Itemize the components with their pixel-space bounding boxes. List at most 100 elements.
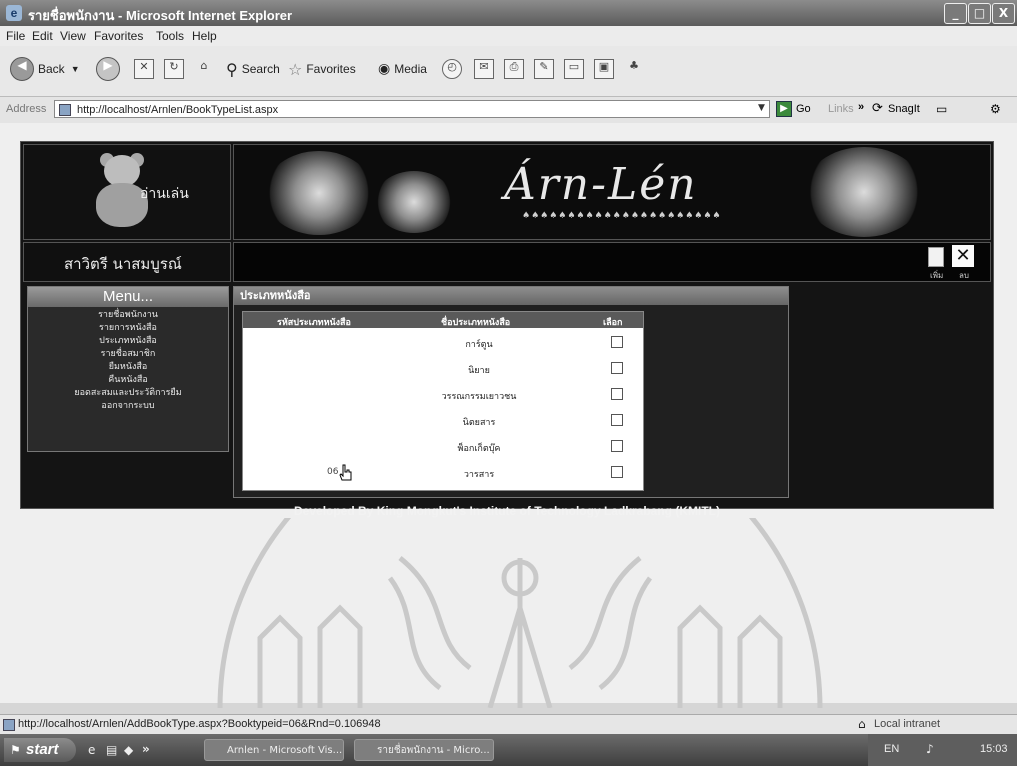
menu-help[interactable]: Help [192, 29, 217, 43]
history-icon: ◴ [442, 59, 462, 79]
site-container: อ่านเล่น Árn-Lén ♠♠♠♠♠♠♠♠♠♠♠♠♠♠♠♠♠♠♠♠♠♠ … [20, 141, 994, 518]
discuss-icon: ▭ [564, 59, 584, 79]
address-input[interactable]: http://localhost/Arnlen/BookTypeList.asp… [54, 100, 770, 118]
header-banner: Árn-Lén ♠♠♠♠♠♠♠♠♠♠♠♠♠♠♠♠♠♠♠♠♠♠ [233, 144, 991, 240]
table-row: นิตยสาร [243, 408, 643, 434]
print-icon: ⎙ [504, 59, 524, 79]
media-icon: ◉ [378, 61, 391, 77]
menu-edit[interactable]: Edit [32, 29, 53, 43]
menu-file[interactable]: File [6, 29, 25, 43]
stop-button[interactable]: ✕ [134, 56, 154, 82]
add-label[interactable]: เพิ่ม [930, 269, 943, 282]
menu-tools[interactable]: Tools [156, 29, 184, 43]
history-button[interactable]: ◴ [442, 56, 462, 82]
menu-item-logout[interactable]: ออกจากระบบ [28, 400, 228, 413]
edit-page-button[interactable]: ✎ [534, 56, 554, 82]
row-select-checkbox[interactable] [611, 414, 623, 426]
print-button[interactable]: ⎙ [504, 56, 524, 82]
refresh-button[interactable]: ↻ [164, 56, 184, 82]
minimize-button[interactable]: _ [944, 3, 967, 24]
table-row: พ็อกเก็ตบุ๊ค [243, 434, 643, 460]
stop-icon: ✕ [134, 59, 154, 79]
quicklaunch-chevron-icon[interactable]: » [142, 742, 150, 756]
search-button[interactable]: ⚲ Search [226, 56, 280, 82]
delete-label[interactable]: ลบ [959, 269, 969, 282]
go-arrow-icon[interactable]: ▶ [776, 101, 792, 117]
discuss-button[interactable]: ▭ [564, 56, 584, 82]
table-row: นิยาย [243, 356, 643, 382]
content-title: ประเภทหนังสือ [234, 287, 788, 305]
back-button[interactable]: ◀ Back ▼ [10, 56, 80, 82]
banner-title: Árn-Lén [504, 159, 698, 210]
clock: 15:03 [980, 743, 1008, 755]
search-label: Search [241, 62, 280, 76]
delete-icon[interactable]: ✕ [952, 245, 974, 267]
page-icon [59, 104, 71, 116]
flower-image [264, 151, 374, 235]
content-panel: ประเภทหนังสือ รหัสประเภทหนังสือ ชื่อประเ… [233, 286, 789, 498]
row-name: วรรณกรรมเยาวชน [441, 392, 517, 402]
flower-image [374, 171, 454, 233]
table-row: การ์ตูน [243, 330, 643, 356]
side-menu: Menu... รายชื่อพนักงาน รายการหนังสือ ประ… [27, 286, 229, 452]
taskbar-app-vs[interactable]: Arnlen - Microsoft Vis... [204, 739, 344, 761]
site-footer: Developed By King Mongkut's Institute of… [294, 504, 720, 518]
menu-item-members[interactable]: รายชื่อสมาชิก [28, 348, 228, 361]
window-title: รายชื่อพนักงาน - Microsoft Internet Expl… [28, 8, 293, 23]
table-row: วรรณกรรมเยาวชน [243, 382, 643, 408]
row-select-checkbox[interactable] [611, 440, 623, 452]
address-dropdown-icon[interactable]: ▼ [758, 103, 765, 113]
mail-button[interactable]: ✉ [474, 56, 494, 82]
taskbar: start ⚑ e ▤ ◆ » Arnlen - Microsoft Vis..… [0, 734, 1017, 766]
favorites-label: Favorites [306, 62, 356, 76]
favorites-button[interactable]: ☆ Favorites [288, 56, 356, 82]
menu-view[interactable]: View [60, 29, 86, 43]
row-select-checkbox[interactable] [611, 362, 623, 374]
action-bar: เพิ่ม ✕ ลบ [233, 242, 991, 282]
row-name: พ็อกเก็ตบุ๊ค [457, 444, 501, 454]
tools-extra-icon[interactable]: ⚙ [990, 102, 1001, 116]
media-button[interactable]: ◉ Media [378, 56, 427, 82]
title-bar: e รายชื่อพนักงาน - Microsoft Internet Ex… [0, 0, 1017, 26]
add-icon[interactable] [928, 247, 944, 267]
security-zone: Local intranet [874, 718, 941, 730]
menu-item-history[interactable]: ยอดสะสมและประวัติการยืม [28, 387, 228, 400]
volume-icon[interactable]: ♪ [926, 742, 934, 756]
links-label[interactable]: Links [828, 103, 854, 115]
menu-favorites[interactable]: Favorites [94, 29, 143, 43]
taskbar-app-ie[interactable]: รายชื่อพนักงาน - Micro... [354, 739, 494, 761]
snagit-window-icon[interactable]: ▭ [936, 102, 947, 116]
row-select-checkbox[interactable] [611, 388, 623, 400]
menu-item-book-types[interactable]: ประเภทหนังสือ [28, 335, 228, 348]
banner-ornament: ♠♠♠♠♠♠♠♠♠♠♠♠♠♠♠♠♠♠♠♠♠♠ [522, 211, 722, 221]
menu-item-books[interactable]: รายการหนังสือ [28, 322, 228, 335]
close-button[interactable]: X [992, 3, 1015, 24]
snagit-button[interactable]: SnagIt [888, 103, 920, 115]
star-icon: ☆ [288, 59, 303, 79]
research-icon: ▣ [594, 59, 614, 79]
page-viewport: อ่านเล่น Árn-Lén ♠♠♠♠♠♠♠♠♠♠♠♠♠♠♠♠♠♠♠♠♠♠ … [0, 123, 1017, 708]
status-bar: http://localhost/Arnlen/AddBookType.aspx… [0, 714, 1017, 735]
menu-item-employees[interactable]: รายชื่อพนักงาน [28, 309, 228, 322]
table-header: รหัสประเภทหนังสือ ชื่อประเภทหนังสือ เลือ… [243, 312, 643, 328]
quicklaunch-ie-icon[interactable]: e [88, 743, 95, 757]
logo-text: อ่านเล่น [140, 186, 189, 202]
messenger-icon: ♣ [629, 59, 639, 72]
menu-item-return[interactable]: คืนหนังสือ [28, 374, 228, 387]
links-chevron-icon[interactable]: » [858, 101, 864, 113]
logo-cell: อ่านเล่น [23, 144, 231, 240]
menu-item-borrow[interactable]: ยืมหนังสือ [28, 361, 228, 374]
forward-button[interactable]: ▶ [96, 56, 120, 82]
kmitl-emblem-watermark [217, 518, 823, 708]
quicklaunch-desktop-icon[interactable]: ▤ [106, 743, 117, 757]
row-code-link[interactable]: 06 [327, 467, 338, 477]
maximize-button[interactable]: □ [968, 3, 991, 24]
research-button[interactable]: ▣ [594, 56, 614, 82]
quicklaunch-app-icon[interactable]: ◆ [124, 743, 133, 757]
messenger-button[interactable]: ♣ [624, 56, 644, 82]
go-button[interactable]: Go [796, 103, 811, 115]
row-select-checkbox[interactable] [611, 466, 623, 478]
home-button[interactable]: ⌂ [194, 56, 214, 82]
language-indicator[interactable]: EN [884, 743, 899, 755]
row-select-checkbox[interactable] [611, 336, 623, 348]
